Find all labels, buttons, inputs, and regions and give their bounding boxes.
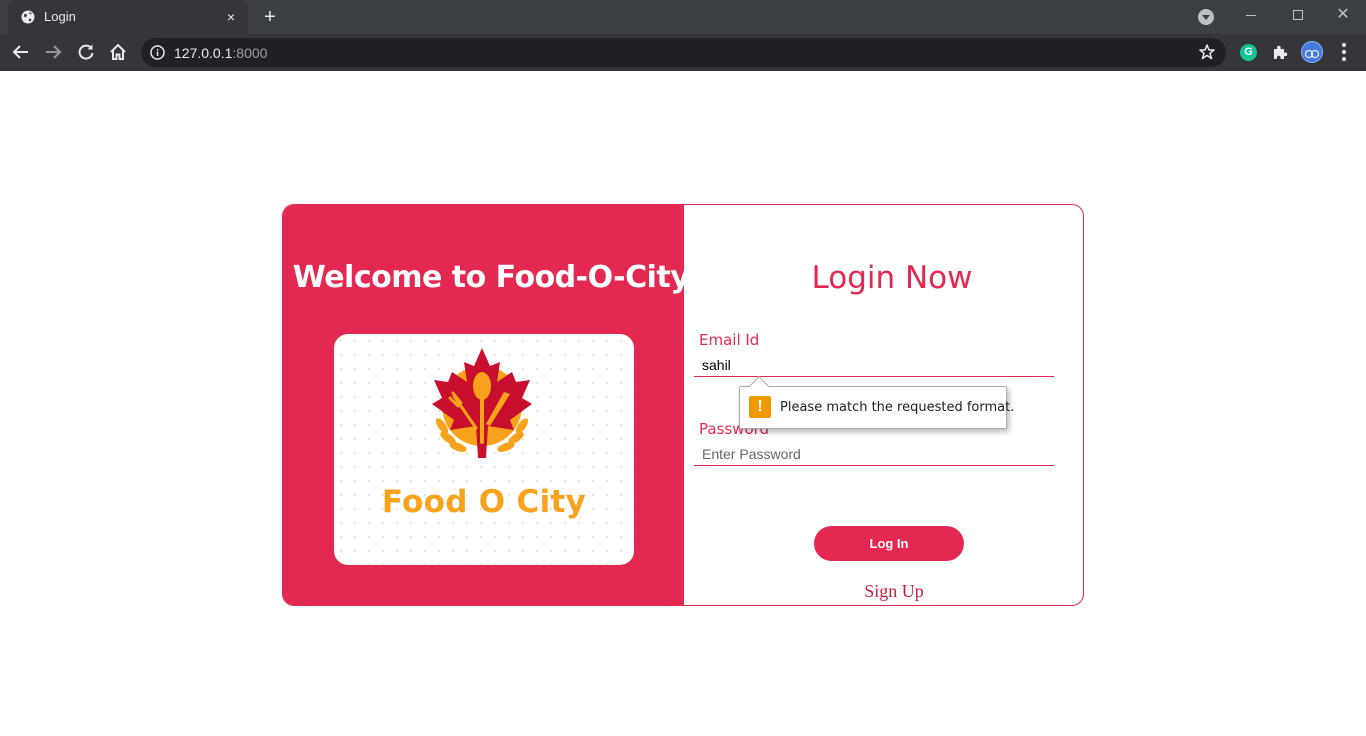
validation-message: Please match the requested format. bbox=[780, 400, 1015, 415]
browser-tab-bar: Login × + ✕ bbox=[0, 0, 1366, 34]
browser-tab[interactable]: Login × bbox=[8, 0, 248, 34]
welcome-heading: Welcome to Food-O-City bbox=[292, 260, 690, 295]
tab-title: Login bbox=[44, 9, 76, 24]
forward-arrow-icon[interactable] bbox=[42, 41, 64, 63]
extensions-puzzle-icon[interactable] bbox=[1271, 43, 1289, 61]
url-host: 127.0.0.1 bbox=[174, 45, 233, 61]
warning-icon: ! bbox=[749, 396, 771, 418]
maple-leaf-cutlery-icon bbox=[432, 348, 532, 458]
url-text: 127.0.0.1:8000 bbox=[174, 45, 267, 61]
tab-search-icon[interactable] bbox=[1198, 9, 1214, 25]
address-bar[interactable]: 127.0.0.1:8000 bbox=[141, 38, 1226, 67]
login-title: Login Now bbox=[811, 260, 973, 296]
logo-text: Food O City bbox=[381, 484, 587, 520]
validation-tooltip: ! Please match the requested format. bbox=[739, 376, 1014, 429]
login-button[interactable]: Log In bbox=[814, 526, 964, 561]
restore-button[interactable] bbox=[1285, 6, 1309, 26]
brand-logo: Food O City bbox=[334, 334, 634, 565]
signup-link[interactable]: Sign Up bbox=[684, 581, 1083, 602]
profile-avatar[interactable] bbox=[1301, 41, 1323, 63]
url-port: :8000 bbox=[232, 45, 268, 61]
minimize-button[interactable] bbox=[1239, 6, 1263, 26]
password-field[interactable] bbox=[694, 442, 1054, 466]
bookmark-star-icon[interactable] bbox=[1198, 43, 1216, 61]
welcome-panel: Welcome to Food-O-City Food O City bbox=[283, 205, 690, 605]
site-info-icon[interactable] bbox=[150, 45, 165, 60]
globe-icon bbox=[21, 10, 35, 24]
window-close-button[interactable]: ✕ bbox=[1331, 6, 1355, 26]
new-tab-button[interactable]: + bbox=[258, 6, 282, 28]
grammarly-extension-icon[interactable]: G bbox=[1240, 44, 1257, 61]
email-label: Email Id bbox=[699, 331, 760, 349]
back-arrow-icon[interactable] bbox=[10, 41, 32, 63]
reload-icon[interactable] bbox=[75, 41, 97, 63]
email-field[interactable] bbox=[694, 353, 1054, 377]
tab-close-icon[interactable]: × bbox=[222, 8, 240, 26]
more-menu-icon[interactable] bbox=[1335, 43, 1353, 61]
home-icon[interactable] bbox=[107, 41, 129, 63]
browser-toolbar: 127.0.0.1:8000 G bbox=[0, 34, 1366, 71]
